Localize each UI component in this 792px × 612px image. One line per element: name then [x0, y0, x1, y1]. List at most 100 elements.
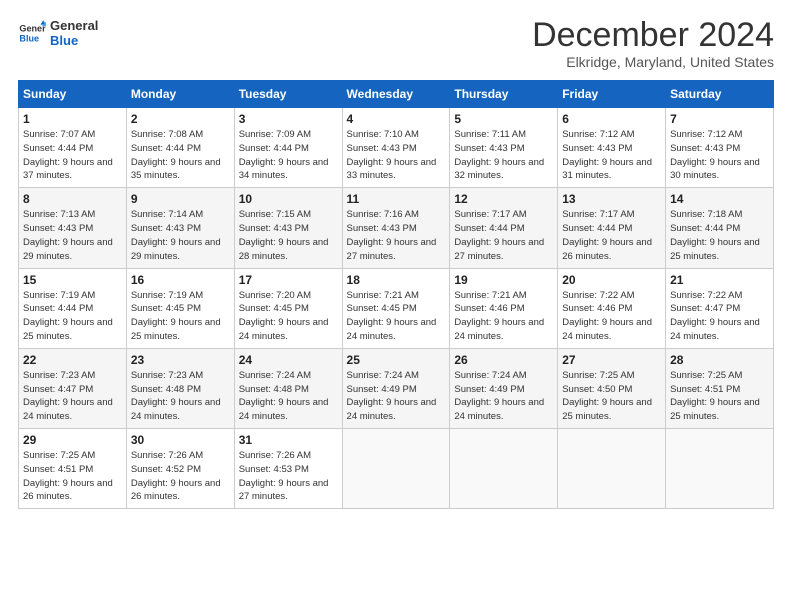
cell-content: Sunrise: 7:20 AMSunset: 4:45 PMDaylight:… — [239, 290, 329, 342]
day-number: 1 — [23, 112, 122, 126]
day-number: 3 — [239, 112, 338, 126]
month-title: December 2024 — [532, 18, 774, 52]
cell-content: Sunrise: 7:25 AMSunset: 4:51 PMDaylight:… — [23, 450, 113, 502]
day-number: 11 — [347, 192, 446, 206]
cell-content: Sunrise: 7:22 AMSunset: 4:46 PMDaylight:… — [562, 290, 652, 342]
day-header-thursday: Thursday — [450, 81, 558, 108]
day-number: 24 — [239, 353, 338, 367]
cell-content: Sunrise: 7:10 AMSunset: 4:43 PMDaylight:… — [347, 129, 437, 181]
svg-text:Blue: Blue — [19, 33, 39, 43]
calendar-cell: 10 Sunrise: 7:15 AMSunset: 4:43 PMDaylig… — [234, 188, 342, 268]
calendar-cell: 9 Sunrise: 7:14 AMSunset: 4:43 PMDayligh… — [126, 188, 234, 268]
logo-line2: Blue — [50, 33, 98, 48]
day-number: 8 — [23, 192, 122, 206]
day-header-tuesday: Tuesday — [234, 81, 342, 108]
calendar-table: SundayMondayTuesdayWednesdayThursdayFrid… — [18, 80, 774, 509]
day-number: 15 — [23, 273, 122, 287]
day-number: 13 — [562, 192, 661, 206]
cell-content: Sunrise: 7:09 AMSunset: 4:44 PMDaylight:… — [239, 129, 329, 181]
calendar-cell: 21 Sunrise: 7:22 AMSunset: 4:47 PMDaylig… — [666, 268, 774, 348]
day-number: 23 — [131, 353, 230, 367]
day-number: 28 — [670, 353, 769, 367]
calendar-cell: 28 Sunrise: 7:25 AMSunset: 4:51 PMDaylig… — [666, 348, 774, 428]
calendar-cell: 17 Sunrise: 7:20 AMSunset: 4:45 PMDaylig… — [234, 268, 342, 348]
calendar-cell: 27 Sunrise: 7:25 AMSunset: 4:50 PMDaylig… — [558, 348, 666, 428]
day-number: 6 — [562, 112, 661, 126]
day-number: 7 — [670, 112, 769, 126]
calendar-cell: 26 Sunrise: 7:24 AMSunset: 4:49 PMDaylig… — [450, 348, 558, 428]
cell-content: Sunrise: 7:24 AMSunset: 4:48 PMDaylight:… — [239, 370, 329, 422]
day-number: 12 — [454, 192, 553, 206]
day-number: 5 — [454, 112, 553, 126]
cell-content: Sunrise: 7:12 AMSunset: 4:43 PMDaylight:… — [670, 129, 760, 181]
day-number: 27 — [562, 353, 661, 367]
day-header-friday: Friday — [558, 81, 666, 108]
day-header-sunday: Sunday — [19, 81, 127, 108]
day-number: 25 — [347, 353, 446, 367]
calendar-cell — [666, 429, 774, 509]
logo-line1: General — [50, 18, 98, 33]
day-header-wednesday: Wednesday — [342, 81, 450, 108]
day-number: 18 — [347, 273, 446, 287]
day-number: 22 — [23, 353, 122, 367]
cell-content: Sunrise: 7:17 AMSunset: 4:44 PMDaylight:… — [562, 209, 652, 261]
cell-content: Sunrise: 7:11 AMSunset: 4:43 PMDaylight:… — [454, 129, 544, 181]
day-header-saturday: Saturday — [666, 81, 774, 108]
svg-text:General: General — [19, 24, 46, 34]
cell-content: Sunrise: 7:25 AMSunset: 4:50 PMDaylight:… — [562, 370, 652, 422]
calendar-cell: 2 Sunrise: 7:08 AMSunset: 4:44 PMDayligh… — [126, 108, 234, 188]
calendar-cell: 5 Sunrise: 7:11 AMSunset: 4:43 PMDayligh… — [450, 108, 558, 188]
cell-content: Sunrise: 7:07 AMSunset: 4:44 PMDaylight:… — [23, 129, 113, 181]
day-number: 31 — [239, 433, 338, 447]
day-number: 30 — [131, 433, 230, 447]
calendar-header-row: SundayMondayTuesdayWednesdayThursdayFrid… — [19, 81, 774, 108]
calendar-cell: 3 Sunrise: 7:09 AMSunset: 4:44 PMDayligh… — [234, 108, 342, 188]
cell-content: Sunrise: 7:26 AMSunset: 4:53 PMDaylight:… — [239, 450, 329, 502]
calendar-cell: 12 Sunrise: 7:17 AMSunset: 4:44 PMDaylig… — [450, 188, 558, 268]
calendar-cell: 18 Sunrise: 7:21 AMSunset: 4:45 PMDaylig… — [342, 268, 450, 348]
calendar-cell: 29 Sunrise: 7:25 AMSunset: 4:51 PMDaylig… — [19, 429, 127, 509]
cell-content: Sunrise: 7:23 AMSunset: 4:48 PMDaylight:… — [131, 370, 221, 422]
cell-content: Sunrise: 7:17 AMSunset: 4:44 PMDaylight:… — [454, 209, 544, 261]
cell-content: Sunrise: 7:21 AMSunset: 4:46 PMDaylight:… — [454, 290, 544, 342]
page: General Blue General Blue December 2024 … — [0, 0, 792, 612]
cell-content: Sunrise: 7:22 AMSunset: 4:47 PMDaylight:… — [670, 290, 760, 342]
calendar-cell: 31 Sunrise: 7:26 AMSunset: 4:53 PMDaylig… — [234, 429, 342, 509]
cell-content: Sunrise: 7:23 AMSunset: 4:47 PMDaylight:… — [23, 370, 113, 422]
cell-content: Sunrise: 7:24 AMSunset: 4:49 PMDaylight:… — [454, 370, 544, 422]
day-number: 19 — [454, 273, 553, 287]
day-number: 4 — [347, 112, 446, 126]
location: Elkridge, Maryland, United States — [532, 54, 774, 70]
cell-content: Sunrise: 7:12 AMSunset: 4:43 PMDaylight:… — [562, 129, 652, 181]
calendar-cell: 8 Sunrise: 7:13 AMSunset: 4:43 PMDayligh… — [19, 188, 127, 268]
cell-content: Sunrise: 7:18 AMSunset: 4:44 PMDaylight:… — [670, 209, 760, 261]
cell-content: Sunrise: 7:13 AMSunset: 4:43 PMDaylight:… — [23, 209, 113, 261]
calendar-cell: 24 Sunrise: 7:24 AMSunset: 4:48 PMDaylig… — [234, 348, 342, 428]
calendar-cell: 1 Sunrise: 7:07 AMSunset: 4:44 PMDayligh… — [19, 108, 127, 188]
calendar-cell: 13 Sunrise: 7:17 AMSunset: 4:44 PMDaylig… — [558, 188, 666, 268]
cell-content: Sunrise: 7:26 AMSunset: 4:52 PMDaylight:… — [131, 450, 221, 502]
cell-content: Sunrise: 7:24 AMSunset: 4:49 PMDaylight:… — [347, 370, 437, 422]
day-header-monday: Monday — [126, 81, 234, 108]
calendar-cell: 7 Sunrise: 7:12 AMSunset: 4:43 PMDayligh… — [666, 108, 774, 188]
calendar-cell: 14 Sunrise: 7:18 AMSunset: 4:44 PMDaylig… — [666, 188, 774, 268]
cell-content: Sunrise: 7:08 AMSunset: 4:44 PMDaylight:… — [131, 129, 221, 181]
cell-content: Sunrise: 7:21 AMSunset: 4:45 PMDaylight:… — [347, 290, 437, 342]
day-number: 16 — [131, 273, 230, 287]
calendar-cell: 11 Sunrise: 7:16 AMSunset: 4:43 PMDaylig… — [342, 188, 450, 268]
day-number: 29 — [23, 433, 122, 447]
calendar-cell — [558, 429, 666, 509]
day-number: 10 — [239, 192, 338, 206]
day-number: 2 — [131, 112, 230, 126]
cell-content: Sunrise: 7:16 AMSunset: 4:43 PMDaylight:… — [347, 209, 437, 261]
calendar-cell: 4 Sunrise: 7:10 AMSunset: 4:43 PMDayligh… — [342, 108, 450, 188]
day-number: 20 — [562, 273, 661, 287]
cell-content: Sunrise: 7:14 AMSunset: 4:43 PMDaylight:… — [131, 209, 221, 261]
cell-content: Sunrise: 7:25 AMSunset: 4:51 PMDaylight:… — [670, 370, 760, 422]
calendar-cell: 23 Sunrise: 7:23 AMSunset: 4:48 PMDaylig… — [126, 348, 234, 428]
calendar-cell: 6 Sunrise: 7:12 AMSunset: 4:43 PMDayligh… — [558, 108, 666, 188]
calendar-cell: 22 Sunrise: 7:23 AMSunset: 4:47 PMDaylig… — [19, 348, 127, 428]
calendar-cell: 15 Sunrise: 7:19 AMSunset: 4:44 PMDaylig… — [19, 268, 127, 348]
cell-content: Sunrise: 7:19 AMSunset: 4:44 PMDaylight:… — [23, 290, 113, 342]
calendar-cell: 19 Sunrise: 7:21 AMSunset: 4:46 PMDaylig… — [450, 268, 558, 348]
